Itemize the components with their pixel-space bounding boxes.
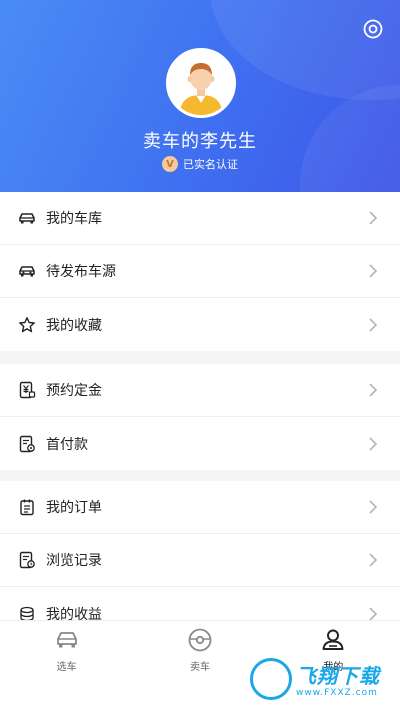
watermark-logo-icon	[250, 658, 292, 700]
menu-item-history[interactable]: 浏览记录	[0, 534, 400, 587]
car-select-icon	[56, 632, 77, 648]
verified-text: 已实名认证	[183, 158, 238, 171]
menu-item-label: 待发布车源	[46, 264, 116, 280]
verification-status: V 已实名认证	[0, 156, 400, 172]
avatar[interactable]	[166, 48, 236, 118]
user-avatar-icon	[169, 51, 233, 115]
menu-item-favorites[interactable]: 我的收藏	[0, 298, 400, 351]
menu-item-label: 预约定金	[46, 383, 102, 399]
tab-choose-car[interactable]: 选车	[0, 621, 133, 711]
watermark-url: www.FXXZ.com	[296, 688, 378, 698]
menu-item-down-payment[interactable]: 首付款	[0, 417, 400, 470]
person-icon	[322, 629, 344, 650]
chevron-right-icon	[369, 436, 378, 451]
tab-label: 选车	[56, 662, 77, 673]
settings-ring-icon[interactable]	[362, 18, 384, 40]
profile-header: 卖车的李先生 V 已实名认证	[0, 0, 400, 192]
chevron-right-icon	[369, 553, 378, 567]
menu-item-label: 首付款	[46, 436, 88, 453]
menu-group-payments: 预约定金 首付款	[0, 364, 400, 470]
menu-item-pending-listings[interactable]: 待发布车源	[0, 245, 400, 298]
chevron-right-icon	[369, 264, 378, 278]
username: 卖车的李先生	[143, 131, 257, 152]
chevron-right-icon	[369, 211, 378, 225]
down-payment-icon	[18, 435, 36, 453]
menu-group-records: 我的订单 浏览记录 我的收益	[0, 481, 400, 640]
menu-item-garage[interactable]: 我的车库	[0, 192, 400, 245]
chevron-right-icon	[369, 317, 378, 332]
car-icon	[18, 209, 36, 227]
watermark-text: 飞翔下载	[296, 664, 380, 688]
menu-item-label: 我的车库	[46, 211, 102, 227]
tab-sell-car[interactable]: 卖车	[133, 621, 266, 711]
menu-item-deposit[interactable]: 预约定金	[0, 364, 400, 417]
menu-item-label: 浏览记录	[46, 553, 102, 569]
star-icon	[18, 316, 36, 334]
header-decoration	[210, 0, 400, 100]
chevron-right-icon	[369, 500, 378, 514]
chevron-right-icon	[369, 383, 378, 397]
menu-item-label: 我的收藏	[46, 317, 102, 334]
menu-item-orders[interactable]: 我的订单	[0, 481, 400, 534]
car-pending-icon	[18, 262, 36, 280]
sell-car-icon	[188, 628, 212, 652]
verified-badge-icon: V	[162, 156, 178, 172]
chevron-right-icon	[369, 606, 378, 621]
yen-deposit-icon	[18, 381, 36, 399]
menu-item-label: 我的订单	[46, 500, 102, 516]
order-clipboard-icon	[18, 498, 36, 516]
history-icon	[18, 551, 36, 569]
tab-label: 卖车	[189, 662, 210, 673]
menu-group-vehicles: 我的车库 待发布车源 我的收藏	[0, 192, 400, 351]
